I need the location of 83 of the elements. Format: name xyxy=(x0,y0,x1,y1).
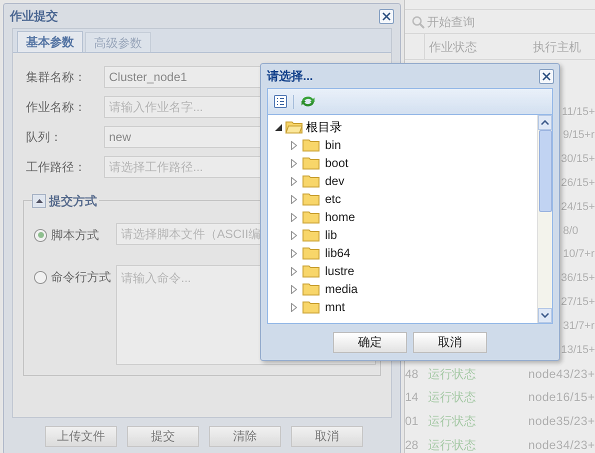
scrollbar[interactable] xyxy=(537,115,552,323)
status-text: 运行状态 xyxy=(428,414,476,428)
table-cell-text: 8/0 xyxy=(563,224,578,239)
collapsed-caret-icon[interactable] xyxy=(291,194,297,204)
collapsed-caret-icon[interactable] xyxy=(291,248,297,258)
tree-item[interactable]: boot xyxy=(325,154,348,172)
folder-icon xyxy=(302,264,320,278)
table-cell: 28 xyxy=(405,438,418,452)
expanded-caret-icon[interactable] xyxy=(275,124,282,130)
search-icon xyxy=(411,14,425,28)
tree-item[interactable]: lib64 xyxy=(325,244,350,262)
close-button[interactable] xyxy=(379,8,394,24)
table-cell-text: node16/15+ xyxy=(528,389,595,406)
folder-icon xyxy=(302,138,320,152)
collapsed-caret-icon[interactable] xyxy=(291,230,297,240)
close-icon xyxy=(542,72,551,80)
tab[interactable]: 基本参数 xyxy=(17,31,83,52)
table-cell-text: 31/7+r xyxy=(563,318,594,334)
table-cell: 14 xyxy=(405,390,418,404)
folder-icon xyxy=(302,174,320,188)
dialog-button[interactable]: 取消 xyxy=(413,332,487,352)
status-text: 运行状态 xyxy=(428,390,476,404)
caret-up-icon xyxy=(36,199,42,203)
folder-icon xyxy=(302,228,320,242)
table-cell: 48 xyxy=(405,366,418,381)
table-cell-text: 9/15+r xyxy=(563,128,594,144)
column-header: 作业状态 xyxy=(428,38,478,56)
column-header: 执行主机 xyxy=(532,38,581,56)
close-button[interactable] xyxy=(539,68,554,84)
radio-button[interactable] xyxy=(34,270,47,284)
collapsed-caret-icon[interactable] xyxy=(291,140,297,150)
table-cell-text: node34/23+ xyxy=(528,437,595,453)
tree-item[interactable]: home xyxy=(325,208,356,226)
folder-icon xyxy=(302,300,320,314)
collapsed-caret-icon[interactable] xyxy=(291,176,297,186)
folder-icon xyxy=(302,156,320,170)
collapsed-caret-icon[interactable] xyxy=(291,302,297,312)
dialog-button[interactable]: 提交 xyxy=(127,426,199,446)
open-folder-icon xyxy=(285,120,303,134)
collapsed-caret-icon[interactable] xyxy=(291,266,297,276)
table-cell-text: 10/7+r xyxy=(563,247,594,262)
table-cell-text: 30/15+ xyxy=(561,152,595,168)
field-label: 队列： xyxy=(26,129,63,146)
field-label: 作业名称： xyxy=(26,99,87,116)
radio-button[interactable] xyxy=(34,228,47,242)
dialog-button[interactable]: 上传文件 xyxy=(45,426,117,446)
table-cell-text: 36/15+ xyxy=(561,271,595,286)
dialog-button[interactable]: 清除 xyxy=(209,426,281,446)
close-icon xyxy=(382,12,391,20)
table-cell-text: node35/23+ xyxy=(528,413,595,430)
window-title: 作业提交 xyxy=(10,8,58,25)
collapsed-caret-icon[interactable] xyxy=(291,158,297,168)
folder-icon xyxy=(302,282,320,296)
table-cell-text: 13/15+ xyxy=(561,342,595,358)
table-cell-text: 11/15+ xyxy=(562,104,595,120)
scroll-up-icon[interactable] xyxy=(541,120,549,125)
status-text: 运行状态 xyxy=(428,366,476,381)
scroll-down-icon[interactable] xyxy=(541,313,549,318)
tree-item[interactable]: lustre xyxy=(325,262,354,280)
collapse-button[interactable] xyxy=(32,194,46,208)
window-title: 请选择... xyxy=(267,68,314,85)
tree-item[interactable]: mnt xyxy=(325,298,346,316)
list-icon[interactable] xyxy=(274,95,287,108)
tree-item[interactable]: etc xyxy=(325,190,342,208)
field-label: 集群名称： xyxy=(26,69,87,86)
table-cell-text: node43/23+ xyxy=(528,366,595,383)
tree-item[interactable]: media xyxy=(325,280,358,298)
refresh-icon[interactable] xyxy=(300,94,316,109)
table-cell-text: 26/15+ xyxy=(561,176,595,192)
section-title: 提交方式 xyxy=(49,193,97,210)
status-text: 运行状态 xyxy=(428,438,476,452)
field-label: 工作路径： xyxy=(26,159,87,176)
folder-icon xyxy=(302,192,320,206)
radio-label: 脚本方式 xyxy=(51,227,99,244)
collapsed-caret-icon[interactable] xyxy=(291,284,297,294)
collapsed-caret-icon[interactable] xyxy=(291,212,297,222)
table-cell: 01 xyxy=(405,414,418,428)
tree-item[interactable]: lib xyxy=(325,226,338,244)
table-cell-text: 27/15+ xyxy=(561,295,595,310)
radio-label: 命令行方式 xyxy=(51,269,111,286)
dialog-button[interactable]: 取消 xyxy=(291,426,363,446)
dialog-button[interactable]: 确定 xyxy=(333,332,407,352)
table-cell-text: 24/15+ xyxy=(561,200,595,215)
